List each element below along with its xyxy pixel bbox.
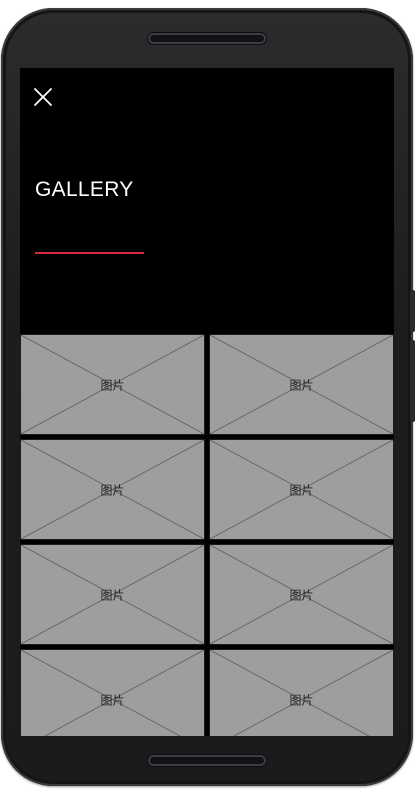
- volume-button: [410, 340, 415, 422]
- gallery-image-tile[interactable]: 图片: [20, 439, 205, 540]
- app-screen: GALLERY 图片 图片 图片 图片 图片 图片 图片 图片: [20, 68, 394, 736]
- gallery-image-tile[interactable]: 图片: [209, 439, 394, 540]
- gallery-header: GALLERY: [20, 68, 394, 334]
- page-title: GALLERY: [35, 178, 134, 201]
- tile-label: 图片: [100, 693, 125, 707]
- tile-label: 图片: [100, 378, 125, 392]
- tile-label: 图片: [100, 588, 125, 602]
- tile-label: 图片: [289, 483, 314, 497]
- gallery-image-tile[interactable]: 图片: [20, 334, 205, 435]
- close-icon: [34, 88, 52, 106]
- earpiece-speaker: [148, 33, 266, 44]
- image-grid: 图片 图片 图片 图片 图片 图片 图片 图片: [20, 334, 394, 736]
- gallery-image-tile[interactable]: 图片: [20, 649, 205, 736]
- bottom-speaker: [148, 755, 266, 766]
- gallery-image-tile[interactable]: 图片: [209, 649, 394, 736]
- tile-label: 图片: [100, 483, 125, 497]
- tile-label: 图片: [289, 378, 314, 392]
- power-button: [410, 290, 415, 332]
- tile-label: 图片: [289, 693, 314, 707]
- close-button[interactable]: [32, 86, 54, 108]
- gallery-image-tile[interactable]: 图片: [20, 544, 205, 645]
- title-underline: [35, 252, 144, 254]
- gallery-image-tile[interactable]: 图片: [209, 334, 394, 435]
- gallery-image-tile[interactable]: 图片: [209, 544, 394, 645]
- tile-label: 图片: [289, 588, 314, 602]
